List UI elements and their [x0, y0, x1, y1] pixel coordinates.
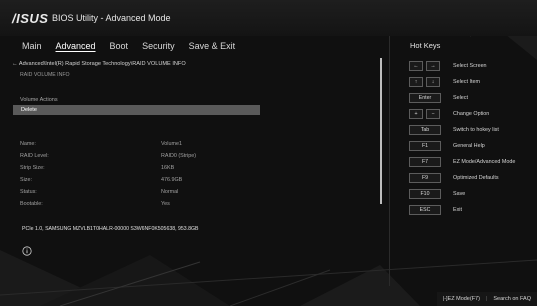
scrollbar[interactable]	[380, 58, 382, 204]
hotkey-desc: Save	[453, 191, 466, 197]
footer-separator: |	[485, 296, 488, 302]
right-arrow-key: →	[426, 61, 440, 71]
volume-actions-label: Volume Actions	[20, 97, 58, 103]
down-arrow-key: ↓	[426, 77, 440, 87]
hotkey-desc: Exit	[453, 207, 462, 213]
info-key: RAID Level:	[20, 153, 49, 159]
info-key: Bootable:	[20, 201, 43, 207]
hotkeys-title: Hot Keys	[410, 41, 441, 50]
left-arrow-key: ←	[409, 61, 423, 71]
f9-key: F9	[409, 173, 441, 183]
minus-key: −	[426, 109, 440, 119]
info-row-name: Name: Volume1	[20, 141, 260, 150]
info-value: Yes	[161, 201, 170, 207]
info-key: Name:	[20, 141, 36, 147]
info-row-size: Size: 476.9GB	[20, 177, 260, 186]
page-subheading: RAID VOLUME INFO	[20, 72, 70, 78]
info-value: RAID0 (Stripe)	[161, 153, 197, 159]
device-info: PCIe 1.0, SAMSUNG MZVLB1T0HALR-00000 S3W…	[22, 226, 199, 232]
panel-divider	[389, 36, 390, 286]
hotkey-desc: Select	[453, 95, 468, 101]
tab-security[interactable]: Security	[142, 38, 175, 56]
info-key: Strip Size:	[20, 165, 45, 171]
hotkey-desc: Optimized Defaults	[453, 175, 499, 181]
info-row-bootable: Bootable: Yes	[20, 201, 260, 210]
f10-key: F10	[409, 189, 441, 199]
enter-key: Enter	[409, 93, 441, 103]
tab-key: Tab	[409, 125, 441, 135]
hotkey-desc: EZ Mode/Advanced Mode	[453, 159, 516, 165]
tab-main[interactable]: Main	[22, 38, 42, 56]
info-row-status: Status: Normal	[20, 189, 260, 198]
breadcrumb[interactable]: ← Advanced\Intel(R) Rapid Storage Techno…	[12, 61, 186, 67]
tab-boot[interactable]: Boot	[110, 38, 129, 56]
info-row-strip-size: Strip Size: 16KB	[20, 165, 260, 174]
info-value: 476.9GB	[161, 177, 183, 183]
up-arrow-key: ↑	[409, 77, 423, 87]
f1-key: F1	[409, 141, 441, 151]
info-row-raid-level: RAID Level: RAID0 (Stripe)	[20, 153, 260, 162]
hotkey-desc: Change Option	[453, 111, 490, 117]
info-icon	[22, 246, 32, 256]
delete-label: Delete	[21, 107, 37, 113]
footer-bar: |-]EZ Mode(F7) | Search on FAQ	[436, 292, 537, 306]
info-key: Status:	[20, 189, 37, 195]
info-value: 16KB	[161, 165, 175, 171]
hotkey-desc: General Help	[453, 143, 485, 149]
app-title: BIOS Utility - Advanced Mode	[52, 13, 171, 23]
info-key: Size:	[20, 177, 32, 183]
asus-logo: /ISUS	[12, 11, 49, 26]
info-value: Volume1	[161, 141, 182, 147]
ez-mode-link[interactable]: |-]EZ Mode(F7)	[443, 296, 480, 302]
info-value: Normal	[161, 189, 179, 195]
f7-key: F7	[409, 157, 441, 167]
esc-key: ESC	[409, 205, 441, 215]
tab-advanced[interactable]: Advanced	[56, 38, 96, 56]
top-bar: /ISUS BIOS Utility - Advanced Mode	[0, 0, 537, 36]
search-faq-link[interactable]: Search on FAQ	[493, 296, 531, 302]
hotkey-desc: Select Screen	[453, 63, 487, 69]
hotkey-desc: Switch to hokey list	[453, 127, 499, 133]
hotkey-desc: Select Item	[453, 79, 480, 85]
tab-save-exit[interactable]: Save & Exit	[189, 38, 236, 56]
delete-option[interactable]: Delete	[13, 105, 260, 115]
tab-bar: Main Advanced Boot Security Save & Exit	[0, 38, 380, 56]
plus-key: +	[409, 109, 423, 119]
